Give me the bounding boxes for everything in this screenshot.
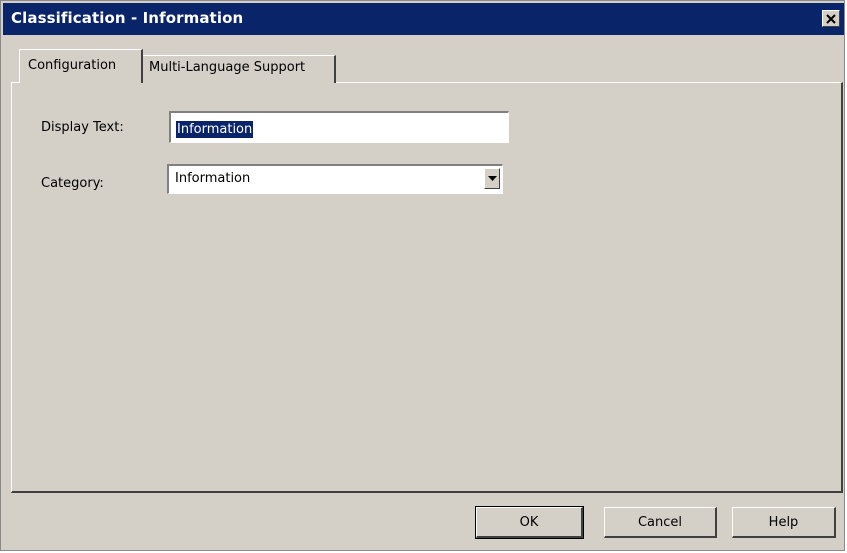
- window-title: Classification - Information: [11, 9, 244, 27]
- close-button[interactable]: [822, 10, 840, 27]
- tab-multi-language-support[interactable]: Multi-Language Support: [143, 55, 336, 83]
- title-bar[interactable]: Classification - Information: [3, 3, 844, 35]
- tab-multi-language-support-label: Multi-Language Support: [149, 60, 306, 75]
- display-text-input[interactable]: Information: [169, 111, 509, 143]
- close-icon: [826, 13, 836, 24]
- display-text-value: Information: [176, 121, 254, 138]
- help-button-label: Help: [768, 514, 799, 530]
- display-text-label: Display Text:: [41, 120, 124, 135]
- category-selected-value: Information: [175, 171, 251, 186]
- tab-panel-configuration: [11, 82, 843, 493]
- cancel-button-label: Cancel: [637, 514, 683, 530]
- ok-button[interactable]: OK: [475, 506, 584, 539]
- category-label: Category:: [41, 176, 104, 191]
- dialog-window: Classification - Information Configurati…: [0, 0, 845, 551]
- cancel-button[interactable]: Cancel: [604, 507, 717, 538]
- chevron-down-icon: [487, 175, 497, 181]
- tab-configuration[interactable]: Configuration: [19, 49, 143, 83]
- ok-button-label: OK: [519, 514, 539, 530]
- category-dropdown[interactable]: Information: [167, 164, 503, 194]
- help-button[interactable]: Help: [732, 507, 836, 538]
- tab-configuration-label: Configuration: [28, 58, 117, 73]
- category-dropdown-button[interactable]: [484, 168, 500, 189]
